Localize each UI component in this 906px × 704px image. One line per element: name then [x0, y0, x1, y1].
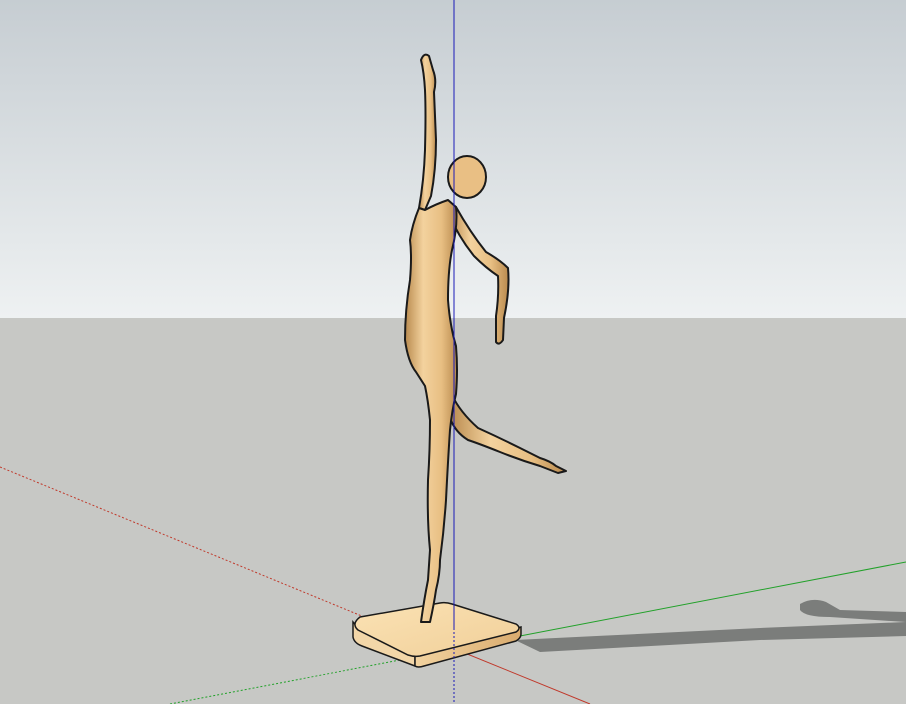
3d-viewport[interactable] — [0, 0, 906, 704]
sky-background — [0, 0, 906, 318]
scene-canvas[interactable] — [0, 0, 906, 704]
